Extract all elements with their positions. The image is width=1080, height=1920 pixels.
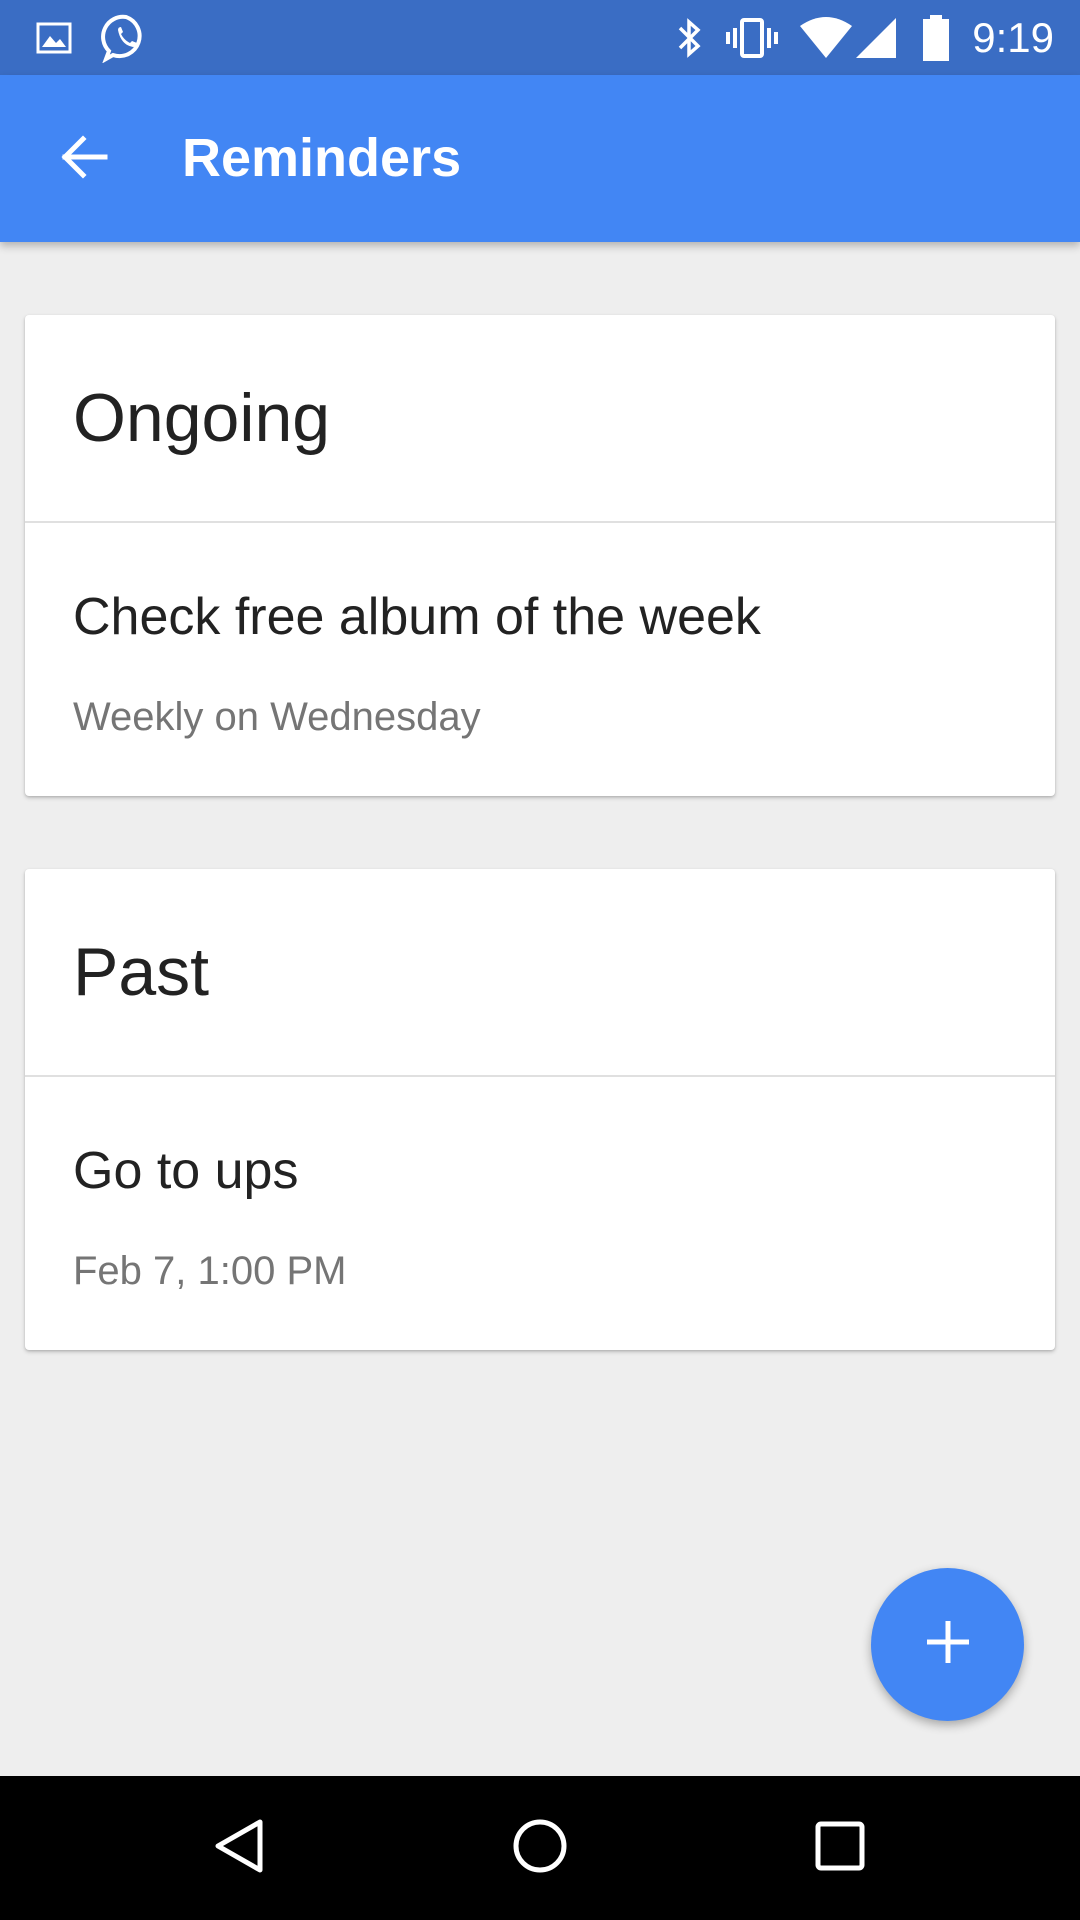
- past-card: Past Go to ups Feb 7, 1:00 PM: [25, 869, 1055, 1350]
- status-time: 9:19: [972, 14, 1054, 61]
- cell-signal-icon: [852, 0, 900, 75]
- add-reminder-button[interactable]: [871, 1568, 1024, 1721]
- reminder-title: Go to ups: [73, 1142, 299, 1200]
- reminder-item[interactable]: Check free album of the week Weekly on W…: [25, 523, 1055, 796]
- reminder-item[interactable]: Go to ups Feb 7, 1:00 PM: [25, 1077, 1055, 1350]
- page-title: Reminders: [182, 128, 462, 188]
- section-title: Ongoing: [73, 380, 331, 456]
- gallery-icon: [34, 0, 74, 75]
- nav-bar: [0, 1776, 1080, 1920]
- reminder-time: Feb 7, 1:00 PM: [73, 1249, 347, 1293]
- vibrate-icon: [722, 0, 782, 75]
- home-circle-icon: [510, 1816, 570, 1881]
- whatsapp-icon: [98, 0, 154, 75]
- wifi-icon: [796, 0, 856, 75]
- section-header-past: Past: [25, 869, 1055, 1075]
- status-bar: 9:19: [0, 0, 1080, 75]
- plus-icon: [923, 1617, 973, 1672]
- ongoing-card: Ongoing Check free album of the week Wee…: [25, 315, 1055, 796]
- battery-icon: [918, 0, 954, 75]
- nav-home-button[interactable]: [460, 1776, 620, 1920]
- bluetooth-icon: [670, 0, 710, 75]
- reminder-schedule: Weekly on Wednesday: [73, 695, 481, 739]
- back-button[interactable]: [44, 119, 124, 199]
- nav-back-button[interactable]: [160, 1776, 320, 1920]
- app-bar: Reminders: [0, 75, 1080, 242]
- arrow-back-icon: [59, 132, 109, 187]
- nav-recents-button[interactable]: [760, 1776, 920, 1920]
- reminder-title: Check free album of the week: [73, 588, 761, 646]
- back-triangle-icon: [210, 1816, 270, 1881]
- recents-square-icon: [812, 1818, 868, 1879]
- section-header-ongoing: Ongoing: [25, 315, 1055, 521]
- section-title: Past: [73, 934, 210, 1010]
